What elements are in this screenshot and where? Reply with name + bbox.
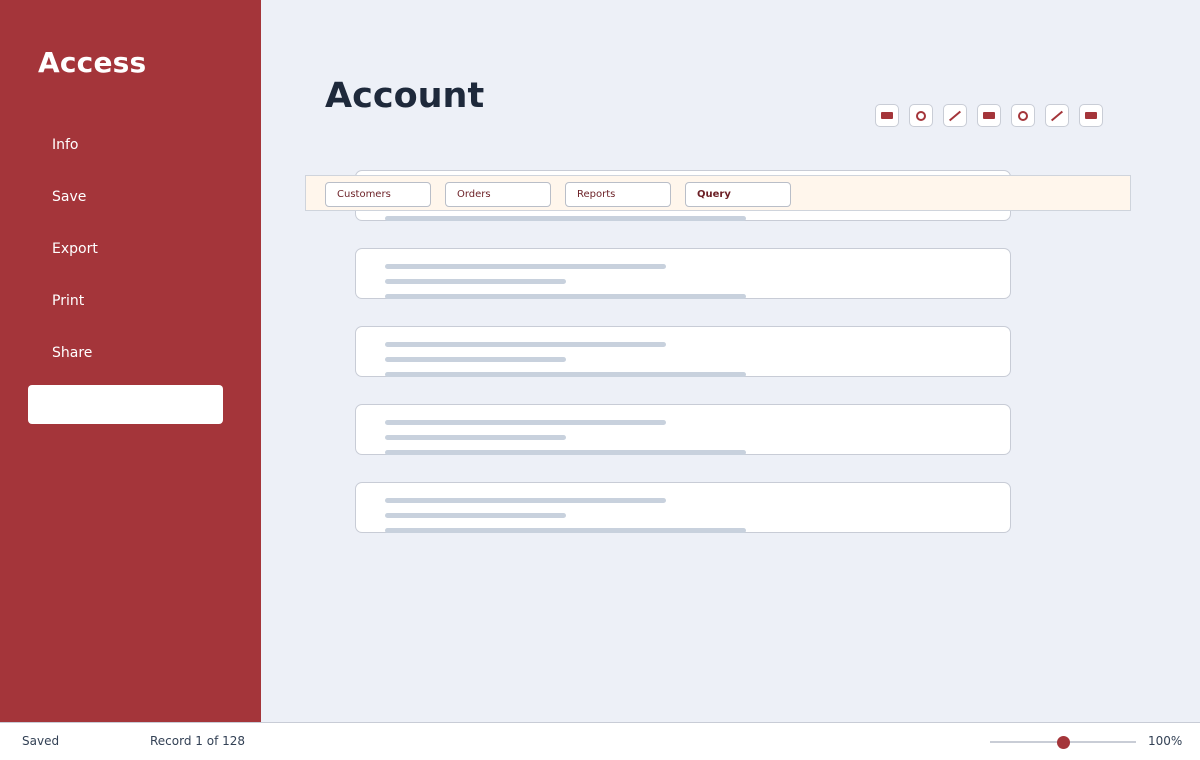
rectangle-icon xyxy=(881,112,893,119)
skeleton-line xyxy=(385,528,746,533)
skeleton-line xyxy=(385,342,666,347)
tab-query[interactable]: Query xyxy=(685,182,791,207)
sidebar: Access Info Save Export Print Share xyxy=(0,0,261,722)
status-bar: Saved Record 1 of 128 100% xyxy=(0,722,1200,760)
skeleton-line xyxy=(385,372,746,377)
object-tab-strip: Customers Orders Reports Query xyxy=(305,175,1131,211)
line-tool-button[interactable] xyxy=(1045,104,1069,127)
page-title: Account xyxy=(325,76,485,116)
rectangle-icon xyxy=(983,112,995,119)
circle-icon xyxy=(1018,110,1028,121)
line-icon xyxy=(948,110,962,121)
tab-orders[interactable]: Orders xyxy=(445,182,551,207)
rectangle-tool-button[interactable] xyxy=(1079,104,1103,127)
circle-icon xyxy=(916,110,926,121)
skeleton-line xyxy=(385,498,666,503)
skeleton-line xyxy=(385,450,746,455)
skeleton-line xyxy=(385,420,666,425)
sidebar-item-info[interactable]: Info xyxy=(52,137,79,153)
sidebar-item-print[interactable]: Print xyxy=(52,293,84,309)
skeleton-line xyxy=(385,513,566,518)
skeleton-line xyxy=(385,357,566,362)
save-status: Saved xyxy=(22,734,60,748)
sidebar-item-share[interactable]: Share xyxy=(52,345,92,361)
line-icon xyxy=(1050,110,1064,121)
skeleton-line xyxy=(385,264,666,269)
rectangle-tool-button[interactable] xyxy=(977,104,1001,127)
sidebar-item-export[interactable]: Export xyxy=(52,241,98,257)
skeleton-line xyxy=(385,279,566,284)
line-tool-button[interactable] xyxy=(943,104,967,127)
sidebar-item-selected[interactable] xyxy=(28,385,223,424)
list-item-placeholder[interactable] xyxy=(355,248,1011,299)
record-indicator: Record 1 of 128 xyxy=(150,734,246,748)
rectangle-tool-button[interactable] xyxy=(875,104,899,127)
list-item-placeholder[interactable] xyxy=(355,404,1011,455)
list-item-placeholder[interactable] xyxy=(355,482,1011,533)
circle-tool-button[interactable] xyxy=(1011,104,1035,127)
zoom-level: 100% xyxy=(1148,734,1183,748)
app-title: Access xyxy=(38,46,147,79)
zoom-slider-thumb[interactable] xyxy=(1056,736,1070,749)
skeleton-line xyxy=(385,216,746,221)
circle-tool-button[interactable] xyxy=(909,104,933,127)
skeleton-line xyxy=(385,435,566,440)
tab-customers[interactable]: Customers xyxy=(325,182,431,207)
tab-reports[interactable]: Reports xyxy=(565,182,671,207)
list-item-placeholder[interactable] xyxy=(355,326,1011,377)
sidebar-item-save[interactable]: Save xyxy=(52,189,86,205)
rectangle-icon xyxy=(1085,112,1097,119)
skeleton-line xyxy=(385,294,746,299)
